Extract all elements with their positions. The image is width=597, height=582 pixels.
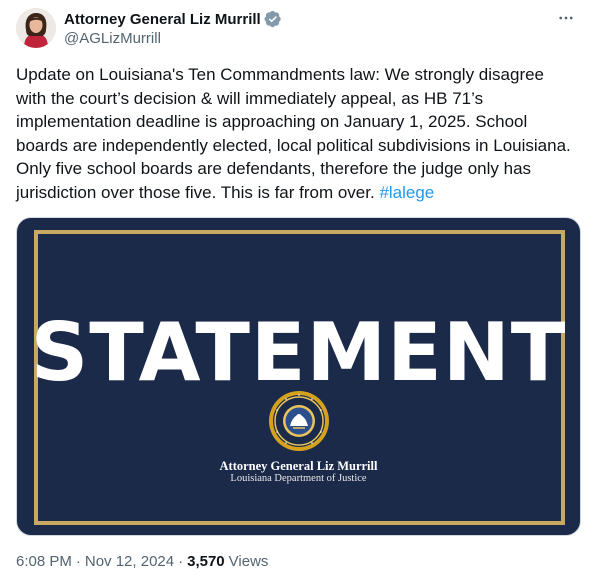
avatar-image [16, 8, 56, 48]
tweet-media-image[interactable]: STATEMENT Attorney General Liz Murrill L… [16, 217, 581, 536]
verified-badge-icon[interactable] [264, 10, 282, 28]
meta-separator: · [75, 553, 81, 570]
author-block: Attorney General Liz Murrill @AGLizMurri… [64, 9, 282, 47]
tweet-body: Update on Louisiana's Ten Commandments l… [16, 65, 581, 202]
more-horizontal-icon [557, 9, 575, 32]
avatar[interactable] [16, 8, 56, 48]
views-label: Views [228, 553, 269, 570]
tweet-time[interactable]: 6:08 PM [16, 553, 72, 570]
media-headline: STATEMENT [30, 306, 567, 399]
author-handle[interactable]: @AGLizMurrill [64, 30, 282, 47]
views-count: 3,570 [187, 553, 225, 570]
hashtag-link[interactable]: #lalege [379, 183, 434, 202]
tweet-text: Update on Louisiana's Ten Commandments l… [16, 63, 576, 204]
media-org-name: Attorney General Liz Murrill [219, 459, 378, 473]
tweet-header: Attorney General Liz Murrill @AGLizMurri… [16, 8, 581, 52]
tweet-meta: 6:08 PM · Nov 12, 2024 · 3,570 Views [16, 553, 268, 570]
display-name[interactable]: Attorney General Liz Murrill [64, 11, 261, 28]
media-org-subtitle: Louisiana Department of Justice [230, 473, 367, 484]
tweet-date[interactable]: Nov 12, 2024 [85, 553, 174, 570]
more-options-button[interactable] [555, 10, 577, 30]
louisiana-doj-seal-icon [268, 390, 330, 452]
display-name-row: Attorney General Liz Murrill [64, 9, 282, 29]
meta-separator: · [178, 553, 184, 570]
